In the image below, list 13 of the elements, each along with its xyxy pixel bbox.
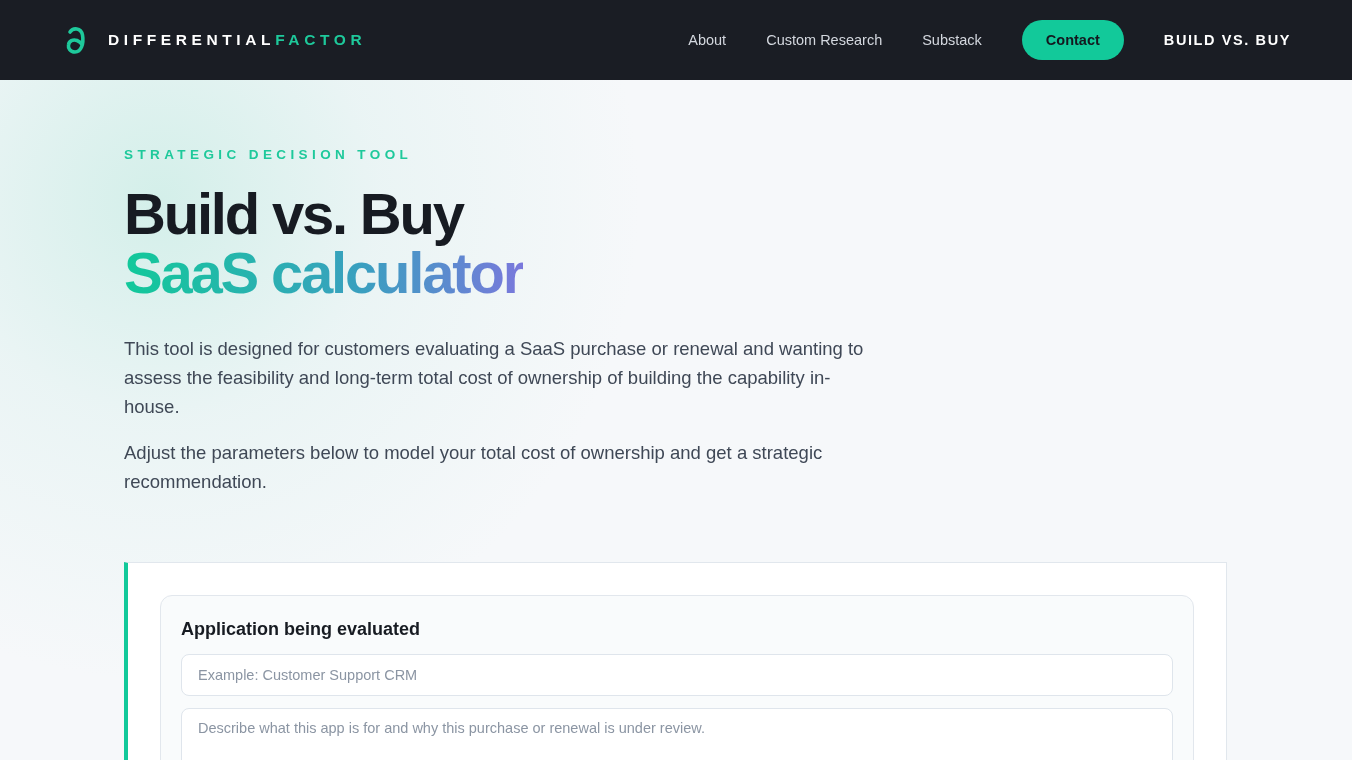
- nav-link[interactable]: Substack: [922, 32, 982, 48]
- intro-paragraph: Adjust the parameters below to model your total cost of ownership and get a strategic recommendation.: [124, 441, 824, 494]
- contact-button[interactable]: Contact: [1021, 20, 1124, 60]
- intro-paragraph: This tool is designed for customers evaluating a SaaS purchase or renewal and wanting to assess the feasibility and long-term total cost of ownership of building the capability in-house.: [124, 337, 865, 419]
- section-heading: Application being evaluated: [181, 618, 422, 640]
- nav-link[interactable]: BUILD VS. BUY: [1163, 32, 1291, 48]
- description-field[interactable]: Describe what this app is for and why this purchase or renewal is under review.: [181, 708, 1173, 760]
- nav-link[interactable]: About: [688, 32, 727, 48]
- nav-link[interactable]: Custom Research: [766, 32, 883, 48]
- app-name-field[interactable]: Example: Customer Support CRM: [181, 654, 1173, 696]
- eyebrow-label: STRATEGIC DECISION TOOL: [124, 147, 413, 163]
- logo-icon: [66, 26, 86, 54]
- brand-name: DIFFERENTIAL FACTOR: [108, 31, 367, 49]
